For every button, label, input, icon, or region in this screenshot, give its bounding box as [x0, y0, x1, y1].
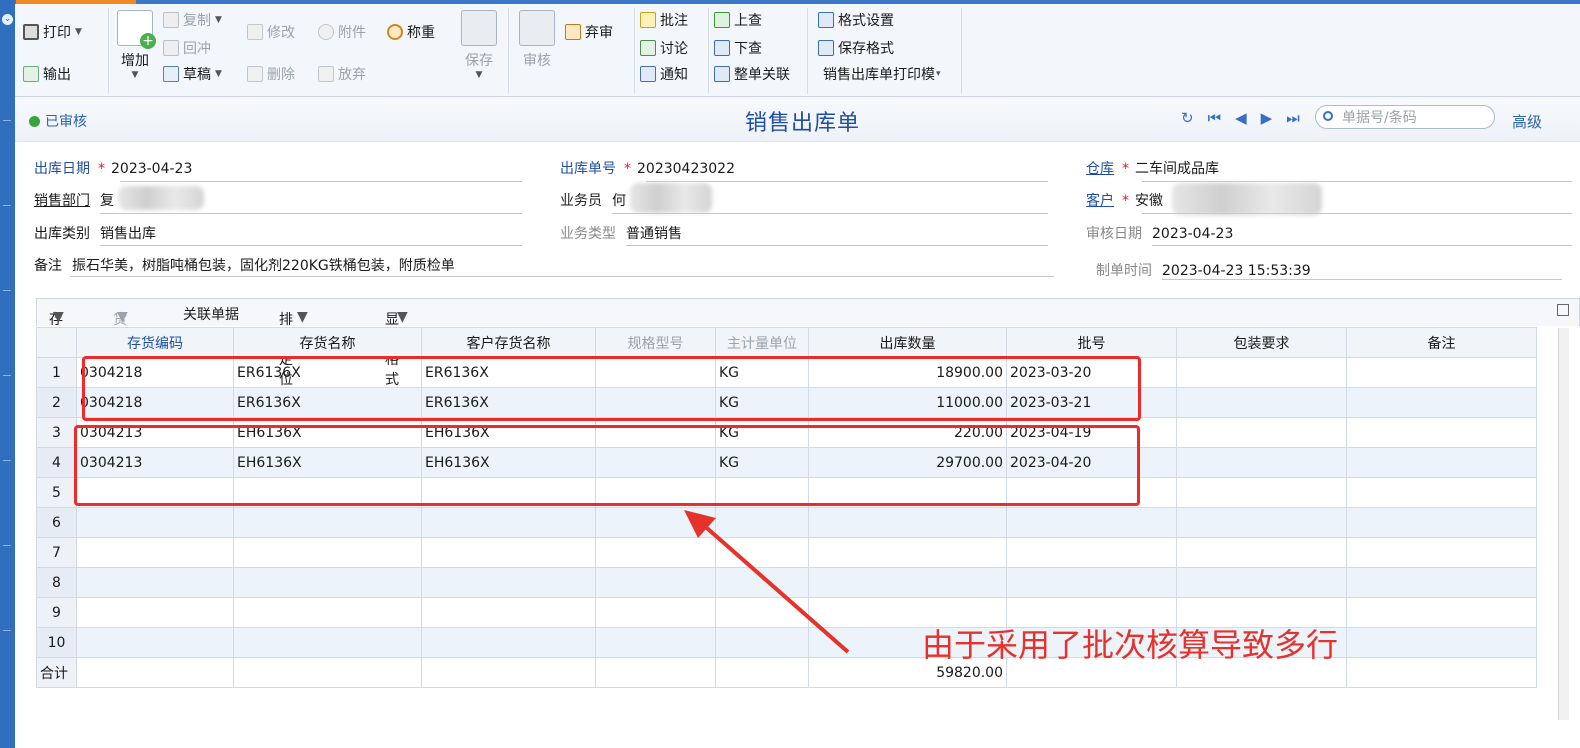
- arrow-line: [698, 520, 850, 654]
- annotation-arrow: [684, 510, 850, 654]
- annotation-text: 由于采用了批次核算导致多行: [922, 626, 1339, 664]
